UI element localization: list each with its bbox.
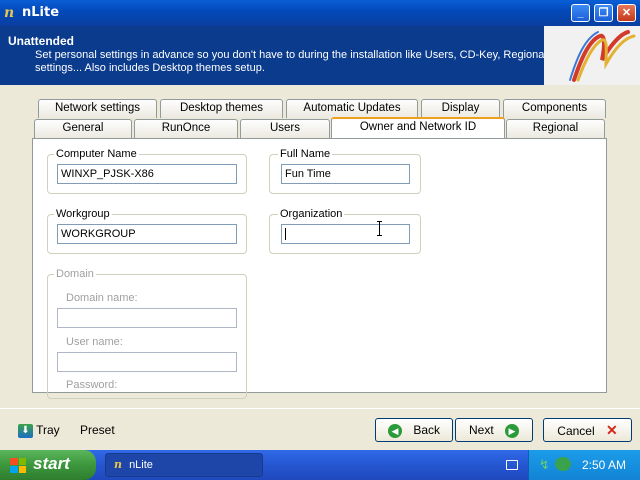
tab-display[interactable]: Display [421,99,500,118]
user-name-field[interactable] [57,352,237,372]
computer-name-label: Computer Name [54,148,139,160]
network-icon[interactable] [555,457,571,471]
computer-name-field[interactable]: WINXP_PJSK-X86 [57,164,237,184]
cancel-label: Cancel [557,424,595,438]
tab-desktop-themes[interactable]: Desktop themes [160,99,283,118]
page-title: Unattended [8,34,74,48]
page-description: Set personal settings in advance so you … [35,49,547,74]
tray-app-icon[interactable]: ↯ [539,457,550,473]
tab-regional[interactable]: Regional [506,119,605,138]
full-name-field[interactable]: Fun Time [281,164,410,184]
next-arrow-icon: ▶ [505,423,520,438]
full-name-label: Full Name [278,148,333,160]
tab-owner-and-network-id[interactable]: Owner and Network ID [331,117,505,138]
domain-label: Domain [54,268,96,280]
start-button[interactable]: start [0,450,96,480]
taskbar: start n nLite ↯ 2:50 AM [0,450,640,480]
windows-logo-icon [10,458,26,473]
minimize-button[interactable]: _ [571,4,590,22]
tab-general[interactable]: General [34,119,132,138]
cancel-button[interactable]: Cancel ✕ [543,418,632,442]
tray-label: Tray [36,423,60,437]
tab-automatic-updates[interactable]: Automatic Updates [286,99,418,118]
domain-name-label: Domain name: [66,292,138,304]
organization-label: Organization [278,208,345,220]
text-caret [285,228,286,240]
workgroup-label: Workgroup [54,208,112,220]
start-label: start [33,454,70,473]
tab-runonce[interactable]: RunOnce [134,119,238,138]
page-header: Unattended Set personal settings in adva… [0,26,640,85]
footer-divider [0,408,640,409]
user-name-label: User name: [66,336,123,348]
title-bar: n nLite _ ❐ ✕ [0,0,640,26]
workgroup-field[interactable]: WORKGROUP [57,224,237,244]
tab-panel: Computer Name WINXP_PJSK-X86 Full Name F… [32,138,607,399]
next-label: Next [468,423,494,437]
back-label: Back [413,423,441,437]
tab-network-settings[interactable]: Network settings [38,99,157,118]
back-button[interactable]: ◀ Back [375,418,453,442]
organization-field[interactable] [281,224,410,244]
tray-button[interactable]: ⬇ Tray [18,421,78,439]
keyboard-icon[interactable] [506,460,518,470]
clock: 2:50 AM [582,458,627,472]
window-title: nLite [22,5,60,20]
preset-button[interactable]: Preset [80,421,115,439]
password-label: Password: [66,379,118,391]
ibeam-cursor-icon [377,221,382,236]
next-button[interactable]: Next ▶ [455,418,533,442]
close-button[interactable]: ✕ [617,4,636,22]
tray-icon: ⬇ [18,423,33,438]
cancel-x-icon: ✕ [605,422,618,438]
maximize-button[interactable]: ❐ [594,4,613,22]
back-arrow-icon: ◀ [387,423,402,438]
taskbar-task-nlite[interactable]: n nLite [105,453,263,477]
nlite-app-icon: n [4,5,15,21]
nlite-logo [544,26,640,85]
domain-name-field[interactable] [57,308,237,328]
system-tray: ↯ 2:50 AM [528,450,640,480]
tab-users[interactable]: Users [240,119,330,138]
tab-components[interactable]: Components [503,99,606,118]
taskbar-task-label: nLite [129,459,153,471]
nlite-task-icon: n [114,458,122,471]
